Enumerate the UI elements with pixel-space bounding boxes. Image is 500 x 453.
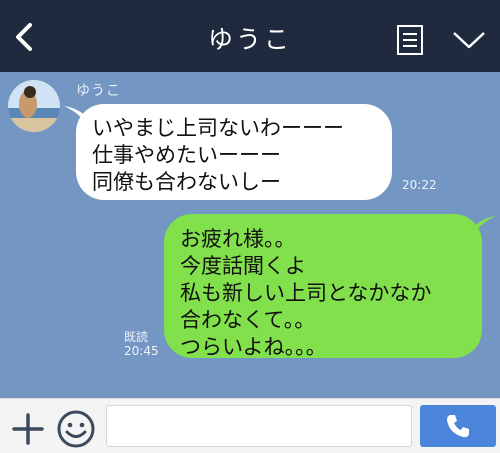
message-line: つらいよね。。。: [180, 335, 327, 359]
message-line: 同僚も合わないしー: [92, 170, 281, 194]
message-input[interactable]: [106, 405, 412, 447]
plus-icon[interactable]: [10, 411, 46, 447]
outgoing-message-bubble[interactable]: お疲れ様。。 今度話聞くよ 私も新しい上司となかなか 合わなくて。。 つらいよね…: [164, 214, 482, 359]
sender-name: ゆうこ: [76, 83, 121, 99]
chat-header: ゆうこ: [0, 0, 500, 72]
message-line: 合わなくて。。: [180, 308, 316, 332]
incoming-message-bubble[interactable]: いやまじ上司ないわーーー 仕事やめたいーーー 同僚も合わないしー: [76, 104, 392, 200]
chevron-down-icon[interactable]: [452, 30, 486, 50]
smile-icon[interactable]: [56, 409, 96, 449]
message-line: 仕事やめたいーーー: [92, 143, 281, 167]
chat-title: ゆうこ: [207, 25, 292, 54]
read-receipt: 既読: [124, 330, 149, 344]
call-button[interactable]: [420, 405, 496, 447]
incoming-timestamp: 20:22: [402, 178, 437, 192]
phone-icon: [447, 415, 469, 438]
notes-icon[interactable]: [396, 24, 424, 56]
message-line: 私も新しい上司となかなか: [180, 281, 432, 305]
message-line: お疲れ様。。: [180, 227, 296, 251]
avatar-image: [8, 80, 60, 132]
message-line: いやまじ上司ないわーーー: [92, 116, 344, 140]
avatar[interactable]: [8, 80, 60, 132]
message-line: 今度話聞くよ: [180, 254, 306, 278]
outgoing-timestamp: 20:45: [124, 344, 159, 358]
message-input-bar: [0, 398, 500, 453]
